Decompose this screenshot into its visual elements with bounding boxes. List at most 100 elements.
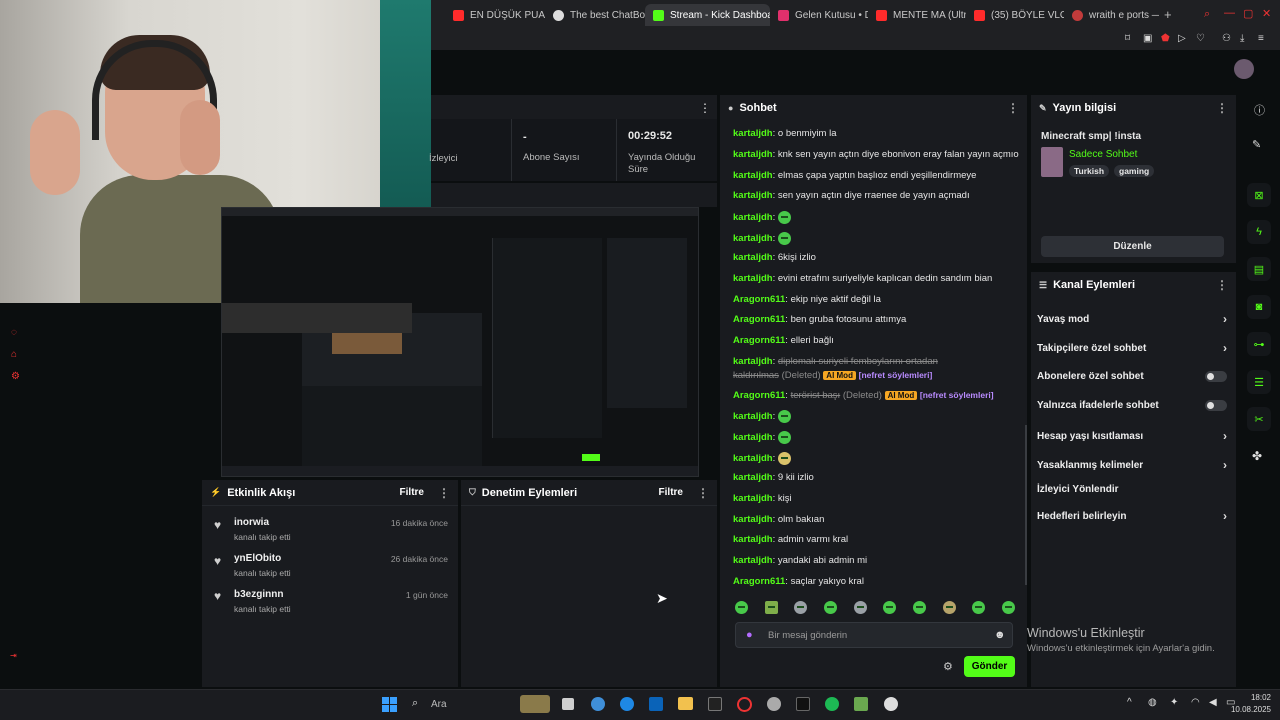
feed-user[interactable]: b3ezginnn bbox=[234, 589, 283, 600]
scrollbar[interactable] bbox=[1025, 425, 1027, 585]
edit-icon[interactable]: ✎ bbox=[1252, 138, 1261, 151]
feed-user[interactable]: inorwia bbox=[234, 517, 269, 528]
settings-icon[interactable]: ⚙ bbox=[943, 660, 953, 673]
action-banned-words[interactable]: Yasaklanmış kelimeler › bbox=[1037, 458, 1227, 472]
search-icon[interactable]: ⌕ bbox=[412, 697, 418, 710]
task-view-icon[interactable] bbox=[562, 698, 574, 710]
emote-bar bbox=[735, 601, 1015, 615]
emote-icon[interactable] bbox=[853, 601, 867, 614]
more-icon[interactable]: ⋮ bbox=[1007, 101, 1019, 115]
wifi-icon[interactable]: ◠ bbox=[1191, 697, 1200, 708]
more-icon[interactable]: ⋮ bbox=[699, 101, 711, 115]
play-icon[interactable]: ▷ bbox=[1178, 33, 1186, 44]
app-icon[interactable] bbox=[767, 697, 781, 711]
action-slow-mode[interactable]: Yavaş mod › bbox=[1037, 312, 1227, 326]
more-icon[interactable]: ⋮ bbox=[1216, 101, 1228, 115]
windows-start-icon[interactable] bbox=[382, 697, 397, 712]
action-subscribers-only[interactable]: Abonelere özel sohbet bbox=[1037, 371, 1227, 382]
copilot-icon[interactable] bbox=[591, 697, 605, 711]
app-icon[interactable] bbox=[884, 697, 898, 711]
emote-icon[interactable] bbox=[972, 601, 986, 614]
home-icon[interactable]: ⌂ bbox=[11, 349, 17, 360]
close-icon[interactable]: ✕ bbox=[1262, 7, 1271, 20]
emote-icon[interactable] bbox=[883, 601, 897, 614]
document-icon[interactable]: ▤ bbox=[1247, 257, 1271, 281]
edit-button[interactable]: Düzenle bbox=[1041, 236, 1224, 257]
shield-icon[interactable]: ⬟ bbox=[1161, 33, 1170, 44]
exit-icon[interactable]: ⇥ bbox=[10, 651, 17, 660]
profile-icon[interactable]: ⚇ bbox=[1222, 33, 1231, 44]
info-icon[interactable]: ⓘ bbox=[1254, 102, 1265, 118]
chat-input[interactable]: ● Bir mesaj gönderin ☻ bbox=[735, 622, 1013, 648]
browser-tab[interactable]: EN DÜŞÜK PUAN bbox=[445, 4, 545, 26]
taskbar-search[interactable]: Ara bbox=[431, 699, 447, 710]
widget-icon[interactable] bbox=[520, 695, 550, 713]
minecraft-icon[interactable] bbox=[854, 697, 868, 711]
action-goals[interactable]: Hedefleri belirleyin › bbox=[1037, 509, 1227, 523]
avatar[interactable] bbox=[1234, 59, 1254, 79]
emote-icon[interactable] bbox=[735, 601, 748, 614]
opera-icon[interactable] bbox=[737, 697, 752, 712]
emoji-icon[interactable]: ☻ bbox=[994, 629, 1006, 641]
browser-tab[interactable]: wraith e ports — bbox=[1064, 4, 1159, 26]
subs-value: - bbox=[523, 131, 527, 143]
folder-icon[interactable] bbox=[678, 697, 693, 710]
tray-icon[interactable]: ✦ bbox=[1170, 697, 1178, 708]
emote-icon[interactable] bbox=[823, 601, 837, 614]
more-icon[interactable]: ⋮ bbox=[438, 486, 450, 500]
feed-user[interactable]: ynElObito bbox=[234, 553, 281, 564]
stack-icon[interactable]: ☰ bbox=[1247, 370, 1271, 394]
action-host[interactable]: İzleyici Yönlendir bbox=[1037, 484, 1227, 495]
menu-icon[interactable]: ≡ bbox=[1258, 33, 1264, 44]
download-icon[interactable]: ⤓ bbox=[1240, 33, 1244, 44]
action-account-age[interactable]: Hesap yaşı kısıtlaması › bbox=[1037, 429, 1227, 443]
chevron-up-icon[interactable]: ^ bbox=[1127, 697, 1132, 708]
network-icon[interactable]: ◍ bbox=[1148, 697, 1157, 708]
volume-icon[interactable]: ◀ bbox=[1209, 697, 1217, 708]
settings-icon[interactable]: ⚙ bbox=[11, 371, 20, 382]
filter-button[interactable]: Filtre bbox=[400, 487, 424, 498]
taskbar-date[interactable]: 10.08.2025 bbox=[1228, 705, 1271, 714]
filter-button[interactable]: Filtre bbox=[659, 487, 683, 498]
minimize-icon[interactable]: — bbox=[1224, 7, 1235, 19]
action-emote-only[interactable]: Yalnızca ifadelerle sohbet bbox=[1037, 400, 1227, 411]
emote-icon[interactable] bbox=[794, 601, 808, 614]
browser-tab[interactable]: The best ChatBo bbox=[545, 4, 645, 26]
category-link[interactable]: Sadece Sohbet bbox=[1069, 149, 1137, 160]
emote-icon[interactable] bbox=[942, 601, 956, 614]
more-icon[interactable]: ⋮ bbox=[697, 486, 709, 500]
emote-icon[interactable] bbox=[912, 601, 926, 614]
browser-tab-active[interactable]: Stream - Kick Dashboard bbox=[645, 4, 770, 26]
toggle-switch[interactable] bbox=[1205, 400, 1227, 411]
browser-tab[interactable]: Gelen Kutusu • D bbox=[770, 4, 868, 26]
maximize-icon[interactable]: ▢ bbox=[1243, 7, 1253, 20]
send-button[interactable]: Gönder bbox=[964, 656, 1015, 677]
nav-icon[interactable]: ◌ bbox=[11, 327, 17, 338]
channel-actions-header: ☰ Kanal Eylemleri ⋮ bbox=[1039, 278, 1228, 292]
edge-icon[interactable] bbox=[620, 697, 634, 711]
toggle-switch[interactable] bbox=[1205, 371, 1227, 382]
outlook-icon[interactable] bbox=[649, 697, 663, 711]
browser-tab[interactable]: MENTE MA (Ultra bbox=[868, 4, 966, 26]
spotify-icon[interactable] bbox=[825, 697, 839, 711]
wrench-icon[interactable]: ✂ bbox=[1247, 407, 1271, 431]
emote-icon[interactable] bbox=[764, 601, 778, 614]
emote-icon[interactable] bbox=[1001, 601, 1015, 614]
action-followers-only[interactable]: Takipçilere özel sohbet › bbox=[1037, 341, 1227, 355]
layout-icon[interactable]: ⊠ bbox=[1247, 183, 1271, 207]
app-icon[interactable] bbox=[708, 697, 722, 711]
bookmark-icon[interactable]: ⌑ bbox=[1125, 33, 1130, 44]
screenshot-icon[interactable]: ▣ bbox=[1143, 33, 1152, 44]
bolt-icon[interactable]: ϟ bbox=[1247, 220, 1271, 244]
plugin-icon[interactable]: ✤ bbox=[1252, 449, 1262, 463]
microphone-icon[interactable]: ● bbox=[746, 629, 753, 641]
new-tab-button[interactable]: + bbox=[1164, 7, 1172, 22]
search-icon[interactable]: ⌕ bbox=[1204, 8, 1210, 21]
browser-tab[interactable]: (35) BÖYLE VLOG bbox=[966, 4, 1064, 26]
link-icon[interactable]: ⊶ bbox=[1247, 332, 1271, 356]
obs-icon[interactable] bbox=[796, 697, 810, 711]
heart-icon[interactable]: ♡ bbox=[1196, 33, 1205, 44]
taskbar-time[interactable]: 18:02 bbox=[1243, 693, 1271, 702]
chat-icon[interactable]: ◙ bbox=[1247, 295, 1271, 319]
more-icon[interactable]: ⋮ bbox=[1216, 278, 1228, 292]
